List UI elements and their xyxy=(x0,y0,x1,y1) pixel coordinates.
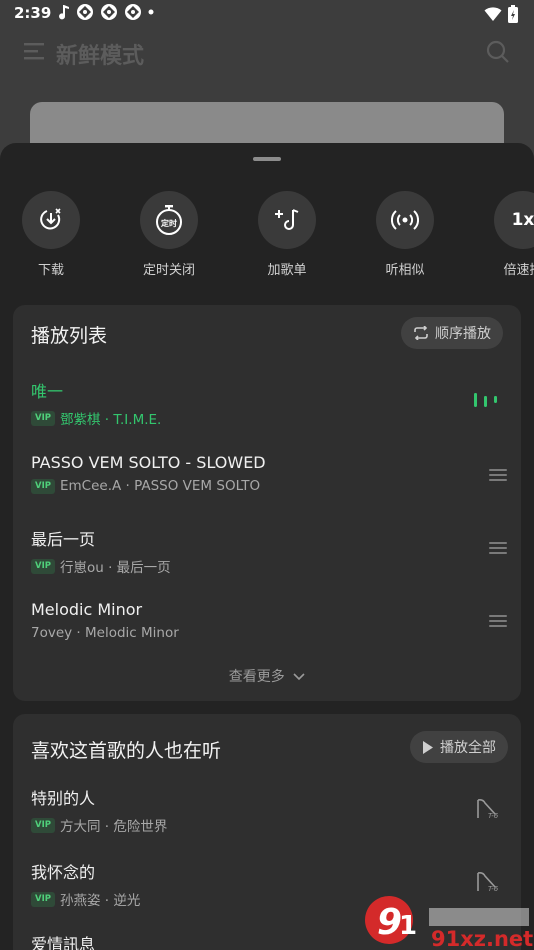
vip-badge: VIP xyxy=(31,478,55,494)
download-icon xyxy=(40,208,61,230)
svg-text:T-6: T-6 xyxy=(488,812,499,820)
add-playlist-action[interactable]: 加歌单 xyxy=(237,191,337,278)
add-playlist-button[interactable] xyxy=(258,191,316,249)
song-meta: 方大同 · 危险世界 xyxy=(59,819,168,835)
status-time: 2:39 xyxy=(14,4,52,22)
add-to-next-icon[interactable]: T-6 xyxy=(475,798,499,820)
search-icon[interactable] xyxy=(486,40,510,64)
song-meta: 行崽ou · 最后一页 xyxy=(59,560,171,576)
playlist-song[interactable]: Melodic Minor 7ovey · Melodic Minor xyxy=(31,600,501,641)
similar-button[interactable] xyxy=(376,191,434,249)
player-bottom-sheet: 下载 定时 定时关闭 加歌单 听相似 1x 倍速 播放列表 顺序播放 唯一 VI… xyxy=(0,143,534,950)
song-meta: 孙燕姿 · 逆光 xyxy=(59,893,141,909)
chevron-down-icon xyxy=(293,673,305,681)
drag-handle-icon[interactable] xyxy=(489,542,507,557)
song-name: Melodic Minor xyxy=(31,600,143,619)
playlist-song-active[interactable]: 唯一 VIP 鄧紫棋 · T.I.M.E. xyxy=(31,378,501,428)
action-row: 下载 定时 定时关闭 加歌单 听相似 1x 倍速 xyxy=(0,191,534,281)
song-name: 唯一 xyxy=(31,382,64,401)
app-notification-icon xyxy=(77,4,93,20)
view-more-button[interactable]: 查看更多 xyxy=(13,666,521,686)
now-playing-icon xyxy=(474,393,497,407)
watermark-logo: 9 1 91xz.net xyxy=(365,896,533,950)
app-notification-icon xyxy=(101,4,117,20)
playlist-song[interactable]: 最后一页 VIP 行崽ou · 最后一页 xyxy=(31,526,501,576)
menu-icon[interactable] xyxy=(24,42,44,60)
timer-action[interactable]: 定时 定时关闭 xyxy=(119,191,219,278)
svg-text:1: 1 xyxy=(399,911,417,941)
drag-handle-icon[interactable] xyxy=(489,469,507,484)
song-name: 最后一页 xyxy=(31,530,96,549)
add-playlist-icon xyxy=(275,209,299,230)
radio-icon xyxy=(391,210,419,230)
play-all-button[interactable]: 播放全部 xyxy=(410,731,508,763)
wifi-icon xyxy=(484,7,502,21)
speed-action[interactable]: 1x 倍速播 xyxy=(473,191,534,278)
play-mode-button[interactable]: 顺序播放 xyxy=(401,317,503,349)
playlist-title: 播放列表 xyxy=(31,325,108,347)
speed-icon: 1x xyxy=(511,210,534,230)
play-icon xyxy=(423,740,433,754)
battery-icon xyxy=(508,5,518,23)
speed-button[interactable]: 1x xyxy=(494,191,534,249)
song-name: 特别的人 xyxy=(31,789,96,808)
download-label: 下载 xyxy=(37,263,64,278)
song-meta: 鄧紫棋 · T.I.M.E. xyxy=(59,412,162,428)
music-note-icon xyxy=(59,5,69,20)
recommend-title: 喜欢这首歌的人也在听 xyxy=(31,740,222,762)
dot-icon xyxy=(148,9,154,15)
vip-badge: VIP xyxy=(31,410,55,426)
download-action[interactable]: 下载 xyxy=(1,191,101,278)
play-all-label: 播放全部 xyxy=(440,740,496,756)
status-right xyxy=(484,5,518,23)
sheet-drag-handle[interactable] xyxy=(253,157,281,161)
download-button[interactable] xyxy=(22,191,80,249)
playlist-card: 播放列表 顺序播放 唯一 VIP 鄧紫棋 · T.I.M.E. PASSO VE… xyxy=(13,305,521,701)
timer-button[interactable]: 定时 xyxy=(140,191,198,249)
timer-icon-text: 定时 xyxy=(160,218,177,228)
background-title: 新鲜模式 xyxy=(56,44,145,69)
view-more-label: 查看更多 xyxy=(228,669,285,685)
timer-label: 定时关闭 xyxy=(142,263,195,278)
timer-icon: 定时 xyxy=(156,205,182,235)
song-name: 我怀念的 xyxy=(31,863,96,882)
song-meta: EmCee.A · PASSO VEM SOLTO xyxy=(59,478,261,494)
song-meta: 7ovey · Melodic Minor xyxy=(31,625,179,641)
notification-icons xyxy=(58,3,154,21)
song-name: PASSO VEM SOLTO - SLOWED xyxy=(31,453,266,472)
repeat-icon xyxy=(414,326,428,340)
similar-action[interactable]: 听相似 xyxy=(355,191,455,278)
vip-badge: VIP xyxy=(31,817,55,833)
watermark-text: 91xz.net xyxy=(431,927,533,950)
background-header: 新鲜模式 xyxy=(0,30,534,74)
drag-handle-icon[interactable] xyxy=(489,615,507,630)
vip-badge: VIP xyxy=(31,558,55,574)
add-playlist-label: 加歌单 xyxy=(267,263,307,278)
vip-badge: VIP xyxy=(31,891,55,907)
playlist-song[interactable]: PASSO VEM SOLTO - SLOWED VIP EmCee.A · P… xyxy=(31,453,501,494)
play-mode-label: 顺序播放 xyxy=(435,326,491,342)
status-bar: 2:39 xyxy=(0,0,534,30)
speed-label: 倍速播 xyxy=(503,263,534,278)
recommend-song[interactable]: 特别的人 VIP 方大同 · 危险世界 xyxy=(31,785,501,835)
similar-label: 听相似 xyxy=(385,263,425,278)
app-notification-icon xyxy=(125,4,141,20)
